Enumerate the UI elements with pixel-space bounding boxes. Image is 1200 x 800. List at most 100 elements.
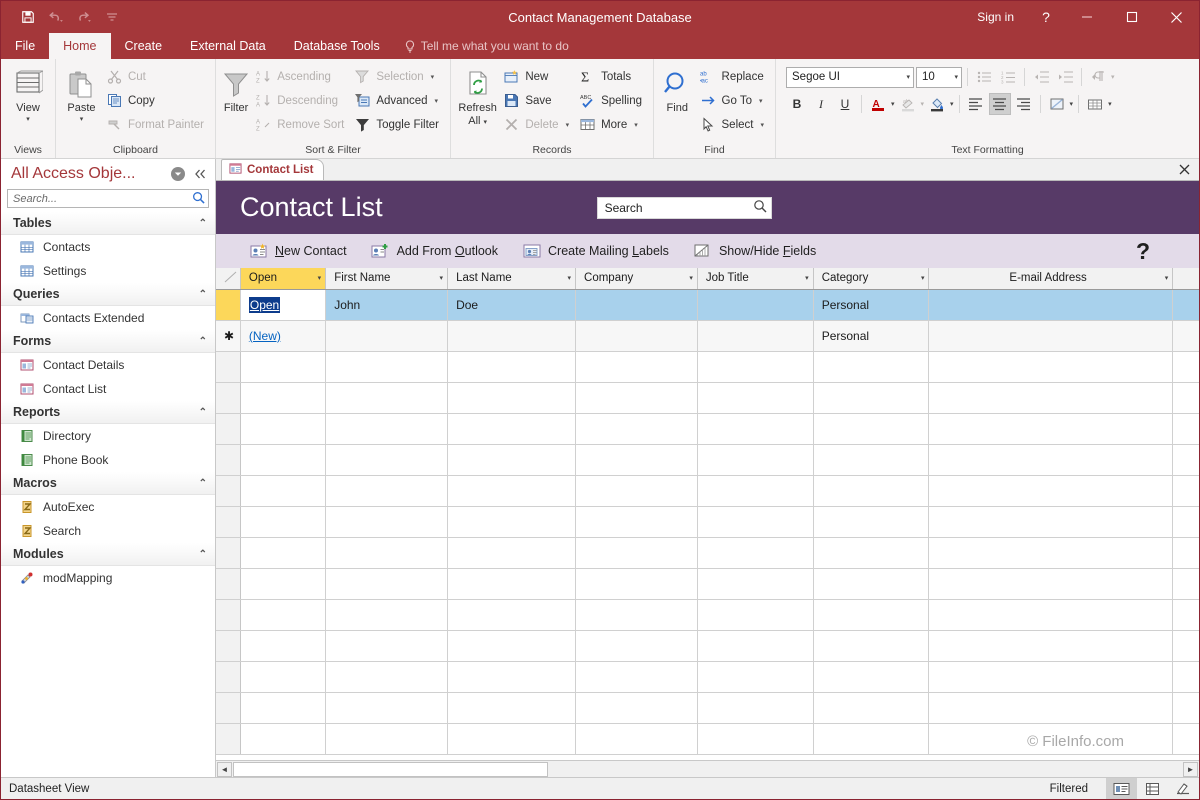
column-header-first-name[interactable]: First Name▾ bbox=[326, 268, 448, 289]
chevron-up-icon[interactable]: ⌃ bbox=[199, 289, 207, 300]
tab-database-tools[interactable]: Database Tools bbox=[280, 33, 394, 59]
replace-button[interactable]: abac Replace bbox=[695, 65, 769, 88]
column-sort-caret-icon[interactable]: ▾ bbox=[799, 274, 809, 282]
add-from-outlook-button[interactable]: Add From Outlook bbox=[371, 243, 498, 260]
customize-qat-icon[interactable] bbox=[99, 5, 125, 29]
delete-caret-icon[interactable]: ▾ bbox=[566, 121, 570, 129]
alternate-row-caret-icon[interactable]: ▾ bbox=[1070, 101, 1074, 108]
nav-group-tables[interactable]: Tables ⌃ bbox=[1, 212, 215, 235]
background-color-button[interactable] bbox=[926, 93, 948, 115]
cell-company[interactable] bbox=[576, 289, 698, 320]
table-row[interactable]: Open John Doe Personal bbox=[216, 289, 1199, 320]
tab-external-data[interactable]: External Data bbox=[176, 33, 280, 59]
column-header-company[interactable]: Company▾ bbox=[576, 268, 698, 289]
decrease-indent-icon[interactable] bbox=[1030, 66, 1052, 88]
save-icon[interactable] bbox=[15, 5, 41, 29]
column-sort-caret-icon[interactable]: ▾ bbox=[434, 274, 444, 282]
select-caret-icon[interactable]: ▾ bbox=[760, 121, 764, 129]
form-view-button[interactable] bbox=[1106, 778, 1137, 799]
font-color-caret-icon[interactable]: ▾ bbox=[891, 101, 895, 108]
font-name-caret-icon[interactable]: ▾ bbox=[906, 74, 910, 81]
new-record-link[interactable]: (New) bbox=[249, 329, 281, 343]
paste-caret-icon[interactable]: ▾ bbox=[80, 116, 84, 123]
close-button[interactable] bbox=[1154, 1, 1199, 33]
redo-icon[interactable] bbox=[71, 5, 97, 29]
font-size-combo[interactable]: 10 ▾ bbox=[916, 67, 962, 88]
view-button[interactable]: View ▾ bbox=[7, 63, 49, 123]
nav-group-forms[interactable]: Forms ⌃ bbox=[1, 330, 215, 353]
cell-company[interactable] bbox=[576, 320, 698, 351]
new-contact-button[interactable]: New Contact bbox=[249, 243, 347, 260]
font-color-button[interactable]: A bbox=[867, 93, 889, 115]
bullet-list-icon[interactable] bbox=[973, 66, 995, 88]
scrollbar-thumb[interactable] bbox=[233, 762, 548, 777]
cell-last-name[interactable]: Doe bbox=[448, 289, 576, 320]
numbered-list-icon[interactable]: 123 bbox=[997, 66, 1019, 88]
ascending-button[interactable]: AZ Ascending bbox=[250, 65, 349, 88]
help-icon[interactable]: ? bbox=[1028, 1, 1064, 33]
find-button[interactable]: Find bbox=[660, 63, 695, 114]
show-hide-fields-button[interactable]: Show/Hide Fields bbox=[693, 243, 816, 260]
cell-category[interactable]: Personal bbox=[813, 320, 929, 351]
column-header-category[interactable]: Category▾ bbox=[813, 268, 929, 289]
nav-item-settings[interactable]: Settings bbox=[1, 259, 215, 283]
table-row-new[interactable]: ✱ (New) Personal bbox=[216, 320, 1199, 351]
column-sort-caret-icon[interactable]: ▾ bbox=[562, 274, 572, 282]
column-header-job-title[interactable]: Job Title▾ bbox=[697, 268, 813, 289]
align-left-button[interactable] bbox=[965, 93, 987, 115]
text-direction-caret-icon[interactable]: ▾ bbox=[1111, 74, 1115, 81]
document-tab-contact-list[interactable]: Contact List bbox=[221, 159, 324, 180]
underline-button[interactable]: U bbox=[834, 93, 856, 115]
select-button[interactable]: Select ▾ bbox=[695, 113, 769, 136]
search-icon[interactable] bbox=[192, 191, 205, 207]
remove-sort-button[interactable]: AZ Remove Sort bbox=[250, 113, 349, 136]
font-size-caret-icon[interactable]: ▾ bbox=[954, 74, 958, 81]
copy-button[interactable]: Copy bbox=[101, 89, 209, 112]
chevron-up-icon[interactable]: ⌃ bbox=[199, 407, 207, 418]
create-mailing-labels-button[interactable]: Create Mailing Labels bbox=[522, 243, 669, 260]
cell-first-name[interactable] bbox=[326, 320, 448, 351]
bold-button[interactable]: B bbox=[786, 93, 808, 115]
chevron-up-icon[interactable]: ⌃ bbox=[199, 336, 207, 347]
column-sort-caret-icon[interactable]: ▾ bbox=[1159, 274, 1169, 282]
cell-business-phone[interactable] bbox=[1173, 289, 1199, 320]
cell-email-address[interactable] bbox=[929, 320, 1173, 351]
cell-job-title[interactable] bbox=[697, 320, 813, 351]
open-record-link[interactable]: Open bbox=[249, 297, 280, 313]
chevron-up-icon[interactable]: ⌃ bbox=[199, 218, 207, 229]
maximize-button[interactable] bbox=[1109, 1, 1154, 33]
column-sort-caret-icon[interactable]: ▾ bbox=[683, 274, 693, 282]
undo-icon[interactable] bbox=[43, 5, 69, 29]
advanced-caret-icon[interactable]: ▾ bbox=[435, 97, 439, 105]
nav-group-modules[interactable]: Modules ⌃ bbox=[1, 543, 215, 566]
text-direction-icon[interactable] bbox=[1087, 66, 1109, 88]
sign-in-button[interactable]: Sign in bbox=[963, 1, 1028, 33]
increase-indent-icon[interactable] bbox=[1054, 66, 1076, 88]
toggle-filter-button[interactable]: Toggle Filter bbox=[349, 113, 444, 136]
nav-group-macros[interactable]: Macros ⌃ bbox=[1, 472, 215, 495]
chevron-up-icon[interactable]: ⌃ bbox=[199, 549, 207, 560]
row-selector[interactable] bbox=[216, 289, 240, 320]
tell-me-search[interactable]: Tell me what you want to do bbox=[394, 33, 569, 59]
delete-record-button[interactable]: Delete ▾ bbox=[498, 113, 574, 136]
refresh-caret-icon[interactable]: ▾ bbox=[484, 119, 488, 126]
close-document-icon[interactable] bbox=[1177, 162, 1191, 176]
nav-item-autoexec[interactable]: AutoExec bbox=[1, 495, 215, 519]
design-view-button[interactable] bbox=[1168, 778, 1199, 799]
column-sort-caret-icon[interactable]: ▾ bbox=[915, 274, 925, 282]
column-sort-caret-icon[interactable]: ▾ bbox=[312, 274, 322, 282]
row-selector-new[interactable]: ✱ bbox=[216, 320, 240, 351]
spelling-button[interactable]: ABC Spelling bbox=[574, 89, 647, 112]
gridlines-button[interactable] bbox=[1084, 93, 1106, 115]
chevron-down-circle-icon[interactable] bbox=[169, 165, 187, 183]
highlight-caret-icon[interactable]: ▾ bbox=[921, 101, 925, 108]
nav-item-search-macro[interactable]: Search bbox=[1, 519, 215, 543]
italic-button[interactable]: I bbox=[810, 93, 832, 115]
view-caret-icon[interactable]: ▾ bbox=[26, 116, 30, 123]
scroll-left-icon[interactable]: ◄ bbox=[217, 762, 232, 777]
nav-group-reports[interactable]: Reports ⌃ bbox=[1, 401, 215, 424]
datasheet[interactable]: Open▾ First Name▾ Last Name▾ Company▾ bbox=[216, 268, 1199, 760]
align-right-button[interactable] bbox=[1013, 93, 1035, 115]
cell-category[interactable]: Personal bbox=[813, 289, 929, 320]
align-center-button[interactable] bbox=[989, 93, 1011, 115]
